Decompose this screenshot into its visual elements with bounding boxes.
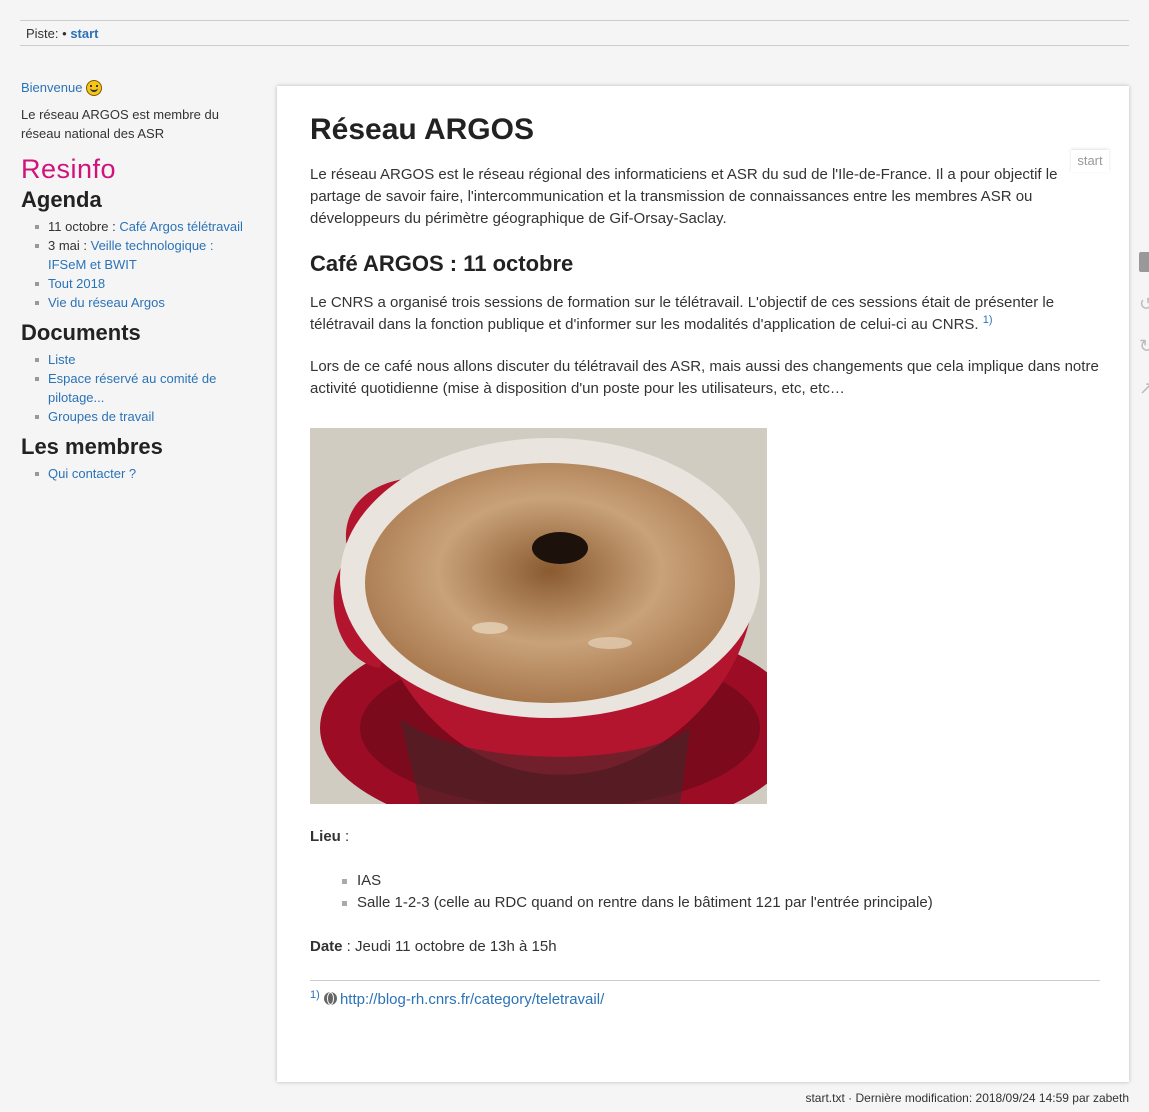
resinfo-logo[interactable]: Resinfo [21, 149, 246, 183]
breadcrumb-current-link[interactable]: start [70, 26, 98, 41]
breadcrumb-separator: • [62, 26, 67, 41]
list-item: Groupes de travail [35, 407, 246, 426]
agenda-link-vie-reseau[interactable]: Vie du réseau Argos [48, 295, 165, 310]
list-item: IAS [342, 870, 1100, 892]
welcome-link[interactable]: Bienvenue [21, 78, 82, 97]
agenda-link-tout-2018[interactable]: Tout 2018 [48, 276, 105, 291]
page-footer: start.txt · Dernière modification: 2018/… [805, 1091, 1129, 1105]
agenda-link-cafe[interactable]: Café Argos télétravail [119, 219, 243, 234]
backlinks-icon[interactable]: ↻ [1139, 336, 1149, 356]
list-item: Espace réservé au comité de pilotage... [35, 369, 246, 407]
sidebar-intro: Le réseau ARGOS est membre du réseau nat… [21, 107, 219, 141]
lieu-label: Lieu [310, 828, 341, 845]
paragraph-1: Le CNRS a organisé trois sessions de for… [310, 292, 1100, 336]
agenda-date: 3 mai : [48, 238, 91, 253]
date-value: : Jeudi 11 octobre de 13h à 15h [342, 938, 557, 955]
page-tools: ↺ ↻ ↗ [1139, 252, 1149, 420]
documents-list: Liste Espace réservé au comité de pilota… [21, 350, 246, 426]
page-body: Réseau ARGOS Le réseau ARGOS est le rése… [310, 110, 1100, 1011]
sidebar: Bienvenue Le réseau ARGOS est membre du … [21, 78, 246, 483]
documents-link-groupes[interactable]: Groupes de travail [48, 409, 154, 424]
lieu-list: IAS Salle 1-2-3 (celle au RDC quand on r… [342, 870, 1100, 914]
documents-link-espace[interactable]: Espace réservé au comité de pilotage... [48, 371, 216, 405]
footnote-ref-link[interactable]: 1) [983, 314, 993, 326]
date-label: Date [310, 938, 343, 955]
footnote-number-link[interactable]: 1) [310, 989, 320, 1001]
smiley-icon [86, 79, 103, 96]
members-heading: Les membres [21, 434, 163, 459]
documents-heading: Documents [21, 320, 141, 345]
list-item: Salle 1-2-3 (celle au RDC quand on rentr… [342, 892, 1100, 914]
footnote-url-link[interactable]: http://blog-rh.cnrs.fr/category/teletrav… [340, 991, 604, 1008]
page-title: Réseau ARGOS [310, 113, 534, 146]
breadcrumb: Piste: • start [20, 20, 1129, 46]
page-content-card: start Réseau ARGOS Le réseau ARGOS est l… [277, 86, 1129, 1082]
list-item: Tout 2018 [35, 274, 246, 293]
list-item: 11 octobre : Café Argos télétravail [35, 217, 246, 236]
agenda-heading: Agenda [21, 187, 102, 212]
footnotes: 1) http://blog-rh.cnrs.fr/category/telet… [310, 980, 1100, 1011]
lieu-line: Lieu : [310, 826, 1100, 848]
documents-link-liste[interactable]: Liste [48, 352, 75, 367]
intro-paragraph: Le réseau ARGOS est le réseau régional d… [310, 166, 1058, 227]
edit-icon[interactable] [1139, 252, 1149, 272]
coffee-cup-photo [310, 428, 767, 804]
back-to-top-icon[interactable]: ↗ [1139, 378, 1149, 398]
list-item: 3 mai : Veille technologique : IFSeM et … [35, 236, 246, 274]
section-heading: Café ARGOS : 11 octobre [310, 251, 574, 276]
history-icon[interactable]: ↺ [1139, 294, 1149, 314]
members-list: Qui contacter ? [21, 464, 246, 483]
date-line: Date : Jeudi 11 octobre de 13h à 15h [310, 936, 1100, 958]
list-item: Qui contacter ? [35, 464, 246, 483]
agenda-list: 11 octobre : Café Argos télétravail 3 ma… [21, 217, 246, 312]
breadcrumb-label: Piste: [26, 26, 59, 41]
paragraph-1-text: Le CNRS a organisé trois sessions de for… [310, 294, 1055, 333]
agenda-date: 11 octobre : [48, 219, 120, 234]
globe-icon [323, 992, 337, 1005]
list-item: Vie du réseau Argos [35, 293, 246, 312]
paragraph-2: Lors de ce café nous allons discuter du … [310, 358, 1099, 397]
sidebar-welcome: Bienvenue [21, 78, 246, 97]
members-link-contact[interactable]: Qui contacter ? [48, 466, 136, 481]
list-item: Liste [35, 350, 246, 369]
lieu-suffix: : [340, 828, 350, 845]
